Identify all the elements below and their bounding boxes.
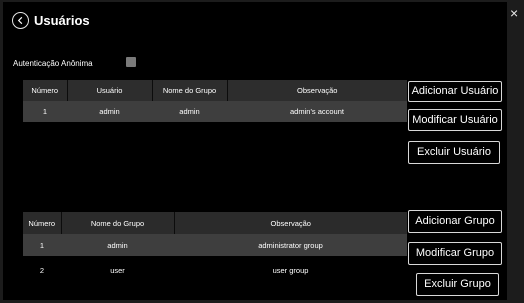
users-table: Número Usuário Nome do Grupo Observação … — [23, 80, 407, 122]
groups-table-header: Número Nome do Grupo Observação — [23, 212, 407, 234]
cell-numero: 1 — [42, 107, 48, 116]
anonymous-auth-label: Autenticação Anônima — [13, 59, 93, 68]
users-dialog: Usuários Autenticação Anônima Número Usu… — [3, 2, 507, 300]
cell-grupo: user — [110, 265, 125, 275]
cell-grupo: admin — [107, 240, 128, 250]
table-row[interactable]: 2 user user group — [23, 259, 407, 281]
cell-numero: 1 — [39, 240, 45, 250]
column-header-numero[interactable]: Número — [23, 212, 62, 234]
users-table-header: Número Usuário Nome do Grupo Observação — [23, 80, 407, 101]
modify-group-button[interactable]: Modificar Grupo — [408, 242, 502, 265]
modify-user-button[interactable]: Modificar Usuário — [408, 109, 502, 131]
cell-usuario: admin — [99, 107, 120, 116]
table-row[interactable]: 1 admin admin admin's account — [23, 101, 407, 122]
table-row[interactable]: 1 admin administrator group — [23, 234, 407, 256]
anonymous-auth-checkbox[interactable] — [126, 57, 136, 67]
add-group-button[interactable]: Adicionar Grupo — [408, 210, 502, 233]
back-button[interactable] — [12, 12, 29, 29]
cell-observacao: admin's account — [290, 107, 344, 116]
column-header-usuario[interactable]: Usuário — [67, 80, 153, 101]
delete-user-button[interactable]: Excluir Usuário — [408, 141, 500, 164]
column-header-numero[interactable]: Número — [23, 80, 68, 101]
column-header-observacao[interactable]: Observação — [227, 80, 407, 101]
delete-group-button[interactable]: Excluir Grupo — [416, 273, 499, 296]
chevron-left-icon — [17, 16, 23, 25]
add-user-button[interactable]: Adicionar Usuário — [408, 81, 502, 102]
cell-observacao: user group — [272, 265, 309, 275]
column-header-nome-do-grupo[interactable]: Nome do Grupo — [152, 80, 228, 101]
close-icon[interactable]: × — [510, 6, 522, 20]
page-title: Usuários — [34, 13, 90, 28]
column-header-nome-do-grupo[interactable]: Nome do Grupo — [61, 212, 175, 234]
groups-table: Número Nome do Grupo Observação 1 admin … — [23, 212, 407, 281]
cell-observacao: administrator group — [258, 240, 323, 250]
cell-numero: 2 — [39, 265, 45, 275]
column-header-observacao[interactable]: Observação — [174, 212, 407, 234]
cell-grupo: admin — [179, 107, 200, 116]
